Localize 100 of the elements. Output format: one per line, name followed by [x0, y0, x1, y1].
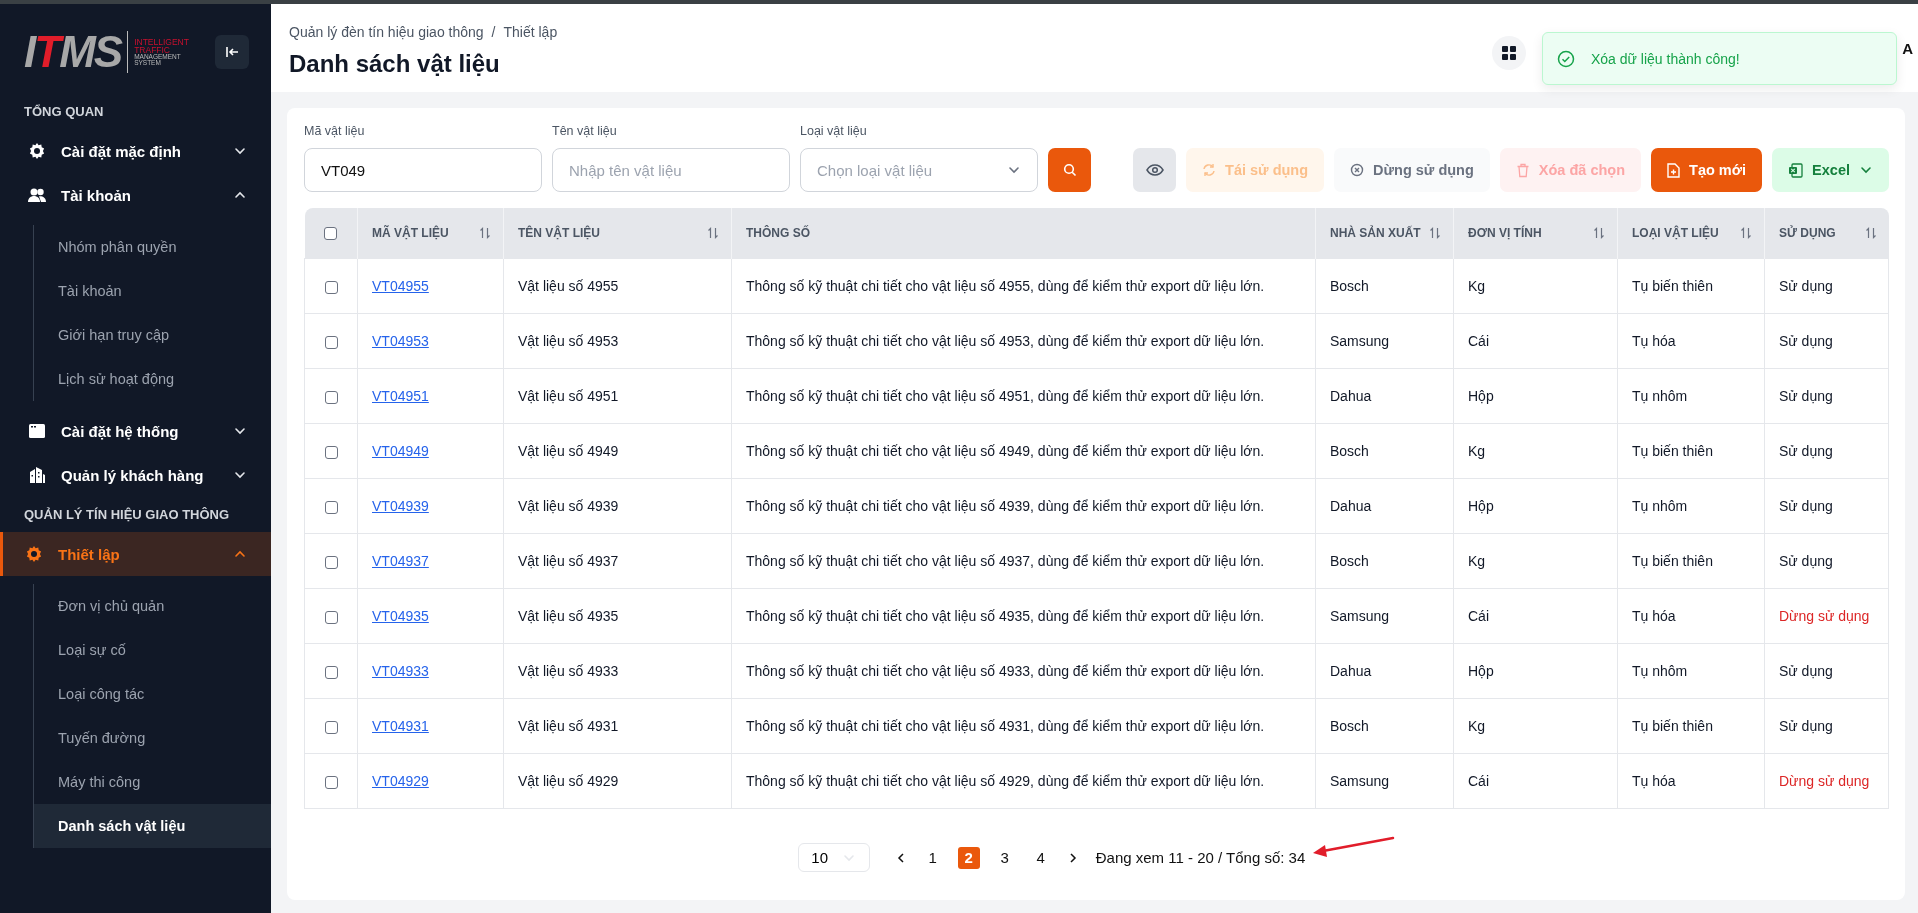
sort-icon[interactable] — [1593, 227, 1605, 239]
material-code-link[interactable]: VT04953 — [372, 333, 429, 349]
field-label: Tên vật liệu — [552, 124, 618, 138]
status-cell: Sử dụng — [1764, 698, 1889, 754]
nav-subitem[interactable]: Đơn vị chủ quản — [34, 584, 271, 628]
row-checkbox[interactable] — [324, 500, 338, 514]
view-button[interactable] — [1133, 148, 1177, 192]
nav-item[interactable]: Tài khoản — [0, 173, 271, 217]
sort-icon[interactable] — [479, 227, 491, 239]
material-code-link[interactable]: VT04955 — [372, 278, 429, 294]
grid-icon — [1502, 46, 1517, 60]
nav-subitem[interactable]: Nhóm phân quyền — [34, 225, 271, 269]
table-cell: Dahua — [1315, 368, 1454, 424]
table-cell: Thông số kỹ thuật chi tiết cho vật liệu số 4951, dùng để kiểm thử export dữ liệu lớn. — [731, 368, 1316, 424]
table-cell: Samsung — [1315, 313, 1454, 369]
text-input-field[interactable]: Nhập tên vật liệu — [552, 148, 790, 192]
table-cell: Thông số kỹ thuật chi tiết cho vật liệu số 4955, dùng để kiểm thử export dữ liệu lớn. — [731, 258, 1316, 314]
table-cell: Dahua — [1315, 478, 1454, 534]
table-cell: Bosch — [1315, 423, 1454, 479]
user-name[interactable]: A — [1902, 39, 1913, 57]
breadcrumb-link[interactable]: Quản lý đèn tín hiệu giao thông — [289, 24, 484, 40]
column-header[interactable]: SỬ DỤNG — [1764, 208, 1889, 259]
nav-item[interactable]: Cài đặt mặc định — [0, 129, 271, 173]
table-cell: Hộp — [1453, 478, 1618, 534]
page-button[interactable]: 3 — [993, 846, 1016, 869]
material-code-link[interactable]: VT04933 — [372, 663, 429, 679]
section-heading: QUẢN LÝ TÍN HIỆU GIAO THÔNG — [23, 506, 231, 524]
search-button[interactable] — [1048, 148, 1091, 192]
table-cell: Cái — [1453, 313, 1618, 369]
table-cell: Vật liệu số 4931 — [503, 698, 732, 754]
create-button[interactable]: Tạo mới — [1651, 148, 1763, 192]
search-icon — [1062, 163, 1077, 177]
nav-item[interactable]: Thiết lập — [0, 532, 271, 576]
nav-subitem[interactable]: Lịch sử hoạt động — [34, 357, 271, 401]
nav-subitem[interactable]: Loại công tác — [34, 672, 271, 716]
sort-icon[interactable] — [1429, 227, 1441, 239]
table-cell: Thông số kỹ thuật chi tiết cho vật liệu số 4939, dùng để kiểm thử export dữ liệu lớn. — [731, 478, 1316, 534]
table-cell: Tụ nhôm — [1617, 478, 1765, 534]
sort-icon[interactable] — [1740, 227, 1752, 239]
row-checkbox[interactable] — [324, 335, 338, 349]
table-cell: Kg — [1453, 423, 1618, 479]
table-cell: Vật liệu số 4955 — [503, 258, 732, 314]
nav-item[interactable]: Quản lý khách hàng — [0, 453, 271, 497]
check-circle-icon — [1557, 49, 1575, 68]
status-cell: Sử dụng — [1764, 368, 1889, 424]
nav-subitem[interactable]: Máy thi công — [34, 760, 271, 804]
material-code-link[interactable]: VT04951 — [372, 388, 429, 404]
table-cell: Thông số kỹ thuật chi tiết cho vật liệu số 4935, dùng để kiểm thử export dữ liệu lớn. — [731, 588, 1316, 644]
table-cell: Kg — [1453, 258, 1618, 314]
column-header[interactable]: TÊN VẬT LIỆU — [503, 208, 732, 259]
column-header[interactable]: NHÀ SẢN XUẤT — [1315, 208, 1454, 259]
status-cell: Sử dụng — [1764, 643, 1889, 699]
row-checkbox[interactable] — [324, 280, 338, 294]
nav-subitem[interactable]: Loại sự cố — [34, 628, 271, 672]
table-cell: Vật liệu số 4953 — [503, 313, 732, 369]
page-size-select[interactable]: 10 — [797, 843, 870, 872]
table-cell: Thông số kỹ thuật chi tiết cho vật liệu số 4953, dùng để kiểm thử export dữ liệu lớn. — [731, 313, 1316, 369]
nav-subitem[interactable]: Tài khoản — [34, 269, 271, 313]
column-header[interactable]: LOẠI VẬT LIỆU — [1617, 208, 1765, 259]
row-checkbox[interactable] — [324, 665, 338, 679]
nav-subitem[interactable]: Giới hạn truy cập — [34, 313, 271, 357]
page-button[interactable]: 4 — [1029, 846, 1052, 869]
material-code-link[interactable]: VT04935 — [372, 608, 429, 624]
table-cell: Vật liệu số 4949 — [503, 423, 732, 479]
column-header: THÔNG SỐ — [731, 208, 1316, 259]
row-checkbox[interactable] — [324, 555, 338, 569]
sort-icon[interactable] — [707, 227, 719, 239]
sort-icon[interactable] — [1864, 227, 1877, 239]
text-input-field[interactable]: VT049 — [304, 148, 542, 192]
material-code-link[interactable]: VT04937 — [372, 553, 429, 569]
table-cell: Kg — [1453, 698, 1618, 754]
table-cell: Cái — [1453, 753, 1618, 809]
nav-subitem[interactable]: Tuyến đường — [34, 716, 271, 760]
material-code-link[interactable]: VT04931 — [372, 718, 429, 734]
table-cell: Dahua — [1315, 643, 1454, 699]
row-checkbox[interactable] — [324, 720, 338, 734]
nav-subitem[interactable]: Danh sách vật liệu — [34, 804, 271, 848]
apps-button[interactable] — [1492, 36, 1527, 70]
row-checkbox[interactable] — [324, 775, 338, 789]
table-cell: Thông số kỹ thuật chi tiết cho vật liệu số 4931, dùng để kiểm thử export dữ liệu lớn. — [731, 698, 1316, 754]
row-checkbox[interactable] — [324, 390, 338, 404]
collapse-sidebar-button[interactable] — [215, 35, 249, 69]
material-code-link[interactable]: VT04939 — [372, 498, 429, 514]
nav-item[interactable]: Cài đặt hệ thống — [0, 409, 271, 453]
breadcrumb-current: Thiết lập — [503, 24, 558, 40]
gear-icon — [28, 142, 46, 160]
material-code-link[interactable]: VT04949 — [372, 443, 429, 459]
row-checkbox[interactable] — [324, 445, 338, 459]
table-cell: Samsung — [1315, 753, 1454, 809]
column-header[interactable]: ĐƠN VỊ TÍNH — [1453, 208, 1618, 259]
page-button[interactable]: 2 — [957, 846, 980, 869]
table-cell: Vật liệu số 4935 — [503, 588, 732, 644]
select-all-checkbox[interactable] — [324, 227, 338, 241]
material-code-link[interactable]: VT04929 — [372, 773, 429, 789]
column-header[interactable]: MÃ VẬT LIỆU — [357, 208, 504, 259]
row-checkbox[interactable] — [324, 610, 338, 624]
excel-button[interactable]: Excel — [1772, 148, 1889, 192]
page-button[interactable]: 1 — [921, 846, 944, 869]
table-cell: Bosch — [1315, 258, 1454, 314]
table-cell: Cái — [1453, 588, 1618, 644]
